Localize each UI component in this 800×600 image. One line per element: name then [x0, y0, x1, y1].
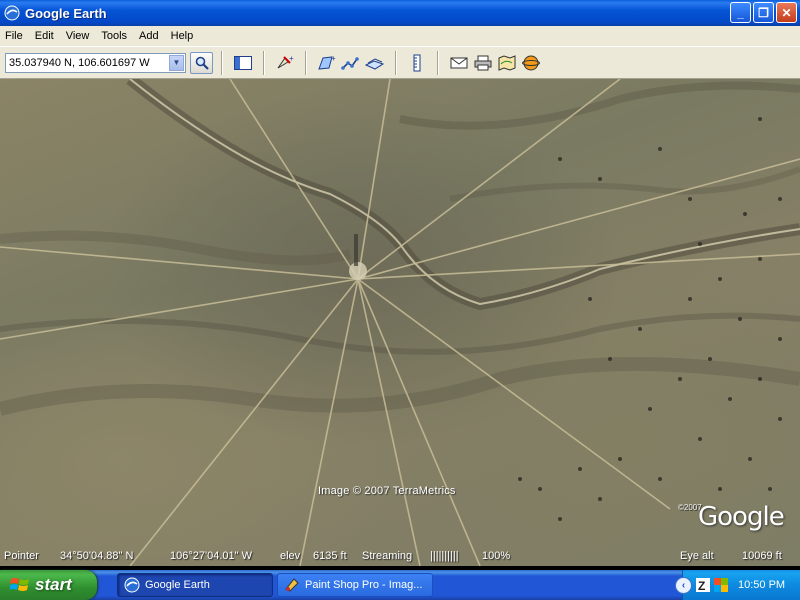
menu-bar: File Edit View Tools Add Help — [0, 26, 800, 46]
elevation-value: 6135 ft — [313, 550, 347, 562]
menu-view[interactable]: View — [60, 30, 96, 42]
streaming-percent: 100% — [482, 550, 511, 562]
polygon-icon: + — [318, 54, 336, 70]
toolbar-separator — [221, 50, 223, 75]
paint-shop-pro-icon — [285, 578, 299, 592]
network-icon[interactable] — [714, 578, 728, 592]
streaming-label: Streaming — [362, 550, 413, 562]
status-bar: Pointer 34°50'04.88" N 106°27'04.01" W e… — [0, 548, 800, 566]
add-path-button[interactable] — [340, 52, 362, 74]
placemark-icon: + — [277, 54, 294, 68]
google-earth-icon — [4, 5, 20, 21]
close-button[interactable]: ✕ — [776, 2, 797, 23]
streaming-progress-bar: |||||||||| — [430, 550, 459, 562]
minimize-button[interactable]: _ — [730, 2, 751, 23]
sidebar-toggle-button[interactable] — [232, 52, 254, 74]
search-input-value: 35.037940 N, 106.601697 W — [9, 56, 150, 69]
svg-text:Z: Z — [698, 579, 705, 592]
toolbar-separator — [305, 50, 307, 75]
taskbar-item-label: Paint Shop Pro - Imag... — [305, 579, 423, 591]
eye-alt-label: Eye alt — [680, 550, 714, 562]
system-tray: ‹ Z 10:50 PM — [675, 570, 800, 600]
image-overlay-icon — [365, 57, 385, 70]
ruler-button[interactable] — [406, 52, 428, 74]
google-logo: Google — [698, 502, 785, 532]
pointer-longitude: 106°27'04.01" W — [170, 550, 252, 562]
window-title: Google Earth — [25, 5, 107, 21]
taskbar-item-google-earth[interactable]: Google Earth — [117, 573, 273, 597]
maps-icon — [498, 54, 516, 71]
show-hidden-icons-button[interactable]: ‹ — [675, 576, 692, 594]
search-icon — [195, 56, 209, 70]
ruler-icon — [413, 54, 421, 71]
clock[interactable]: 10:50 PM — [738, 579, 785, 591]
windows-logo-icon — [10, 578, 29, 591]
print-icon — [474, 55, 492, 70]
toolbar-separator — [395, 50, 397, 75]
title-bar[interactable]: Google Earth _ ❐ ✕ — [0, 0, 800, 26]
sky-icon — [522, 55, 540, 70]
map-view[interactable]: Image © 2007 TerraMetrics ©2007 Google — [0, 79, 800, 566]
pointer-latitude: 34°50'04.88" N — [60, 550, 134, 562]
search-button[interactable] — [190, 51, 213, 74]
google-earth-icon — [124, 577, 140, 593]
email-icon — [450, 57, 468, 68]
menu-file[interactable]: File — [0, 30, 29, 42]
menu-edit[interactable]: Edit — [29, 30, 60, 42]
window-controls: _ ❐ ✕ — [730, 2, 797, 23]
taskbar-item-paint-shop-pro[interactable]: Paint Shop Pro - Imag... — [277, 573, 433, 597]
imagery-copyright: Image © 2007 TerraMetrics — [318, 485, 456, 497]
search-input[interactable]: 35.037940 N, 106.601697 W ▼ — [5, 52, 186, 73]
maximize-button[interactable]: ❐ — [753, 2, 774, 23]
pointer-label: Pointer — [4, 550, 39, 562]
add-image-overlay-button[interactable] — [364, 52, 386, 74]
svg-text:+: + — [289, 54, 294, 63]
toolbar-separator — [437, 50, 439, 75]
taskbar-item-label: Google Earth — [145, 579, 210, 591]
view-in-maps-button[interactable] — [496, 52, 518, 74]
print-button[interactable] — [472, 52, 494, 74]
add-placemark-button[interactable]: + — [274, 52, 296, 74]
menu-help[interactable]: Help — [165, 30, 200, 42]
zonealarm-icon[interactable]: Z — [696, 578, 710, 592]
add-polygon-button[interactable]: + — [316, 52, 338, 74]
taskbar: start Google Earth Paint Shop Pro - Imag… — [0, 570, 800, 600]
sidebar-toggle-icon — [234, 55, 252, 70]
start-label: start — [35, 575, 72, 594]
toolbar: 35.037940 N, 106.601697 W ▼ + + — [0, 46, 800, 79]
path-icon — [341, 56, 359, 70]
elevation-label: elev — [280, 550, 301, 562]
eye-alt-value: 10069 ft — [742, 550, 782, 562]
start-button[interactable]: start — [0, 570, 97, 600]
menu-add[interactable]: Add — [133, 30, 165, 42]
svg-text:+: + — [331, 54, 336, 63]
toolbar-separator — [263, 50, 265, 75]
menu-tools[interactable]: Tools — [95, 30, 133, 42]
sky-button[interactable] — [520, 52, 542, 74]
email-button[interactable] — [448, 52, 470, 74]
chevron-down-icon[interactable]: ▼ — [169, 54, 184, 71]
